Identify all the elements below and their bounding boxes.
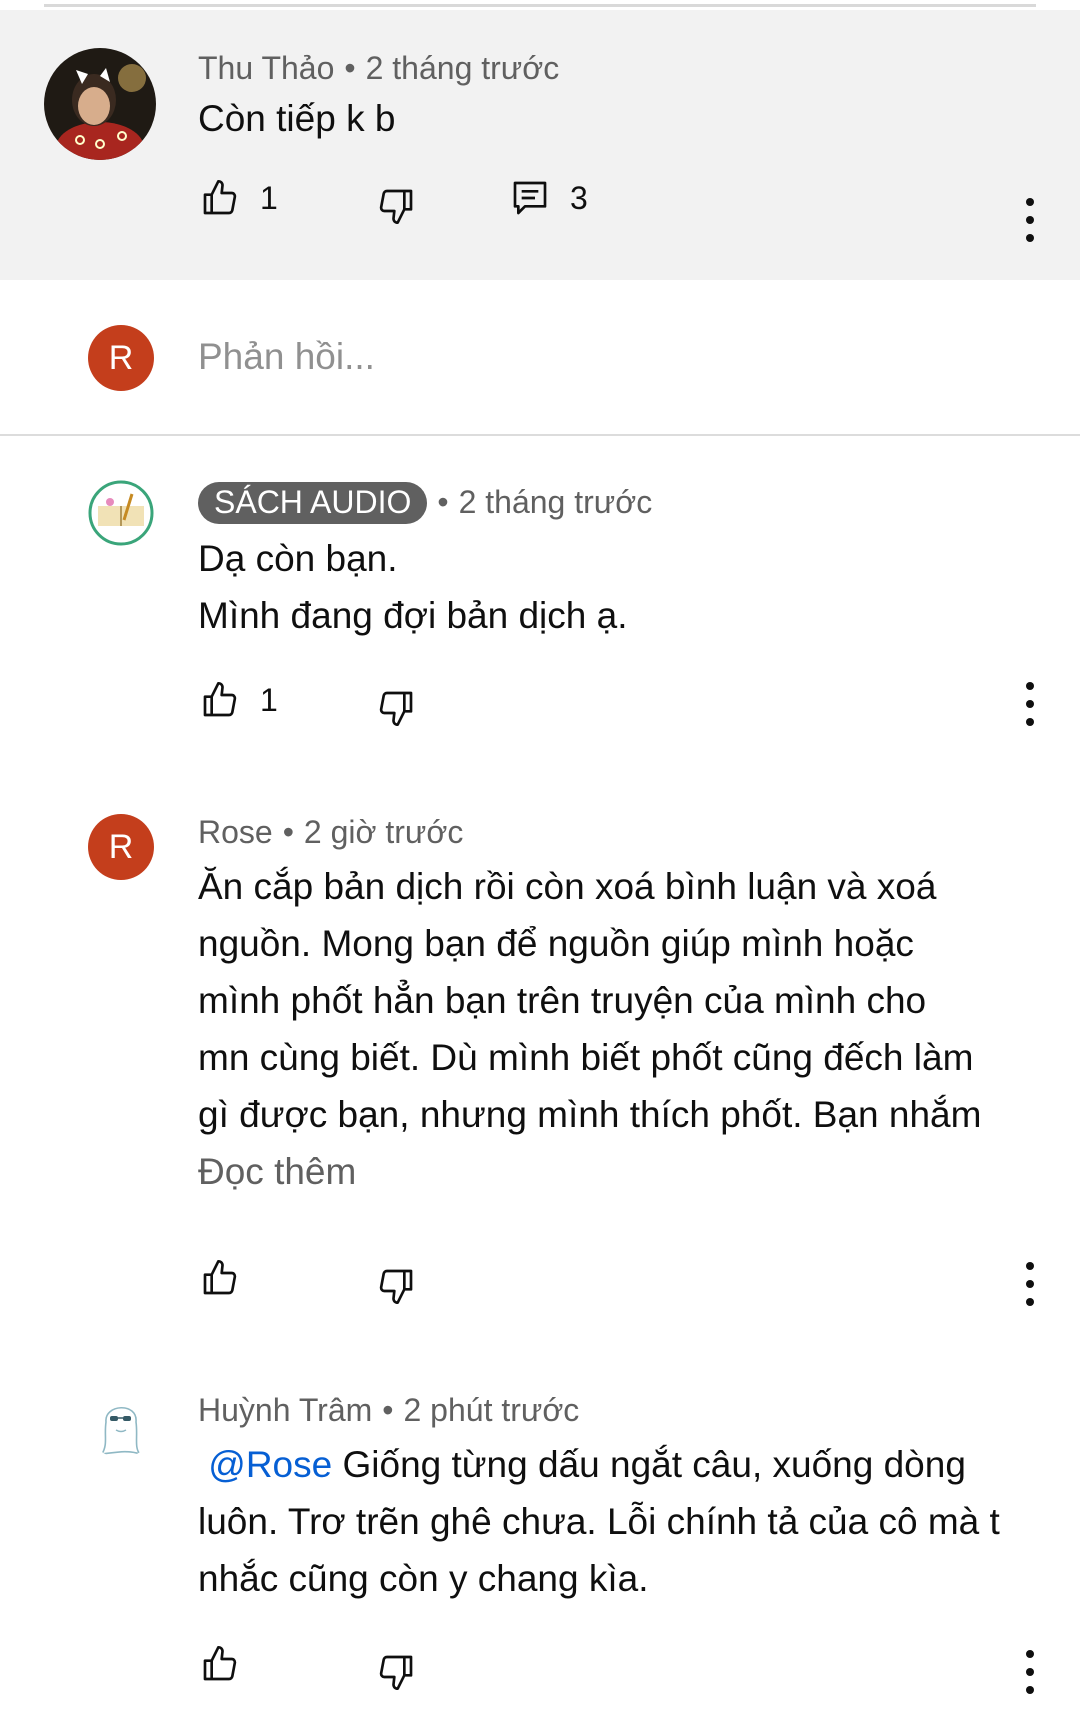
comment-meta: Huỳnh Trâm • 2 phút trước <box>198 1392 580 1428</box>
thumbs-down-icon <box>379 189 413 225</box>
comment-line: nguồn. Mong bạn để nguồn giúp mình hoặc <box>198 923 914 964</box>
timestamp: 2 phút trước <box>403 1392 580 1428</box>
like-button[interactable]: 1 <box>200 178 278 218</box>
comment-line: mn cùng biết. Dù mình biết phốt cũng đếc… <box>198 1037 974 1078</box>
reply-input-row: R Phản hồi... <box>0 280 1080 436</box>
comment-meta: Thu Thảo • 2 tháng trước <box>198 50 560 86</box>
channel-owner-badge[interactable]: SÁCH AUDIO <box>198 482 428 524</box>
sach-audio-avatar[interactable] <box>88 480 154 546</box>
comment-line: Mình đang đợi bản dịch ạ. <box>198 595 628 636</box>
comment-line: luôn. Trơ trẽn ghê chưa. Lỗi chính tả củ… <box>198 1501 1000 1542</box>
more-options-icon[interactable] <box>1020 198 1040 242</box>
reply-count: 3 <box>570 179 588 216</box>
comment-text: @Rose Giống từng dấu ngắt câu, xuống dòn… <box>198 1436 1000 1607</box>
timestamp: 2 tháng trước <box>458 484 653 520</box>
replies-button[interactable]: 3 <box>510 178 588 218</box>
comment-line: Dạ còn bạn. <box>198 538 398 579</box>
dislike-button[interactable] <box>376 688 416 728</box>
huynh-tram-avatar[interactable] <box>88 1392 154 1458</box>
comment-icon <box>513 181 547 215</box>
thumbs-up-icon <box>203 180 237 215</box>
comment-line: nhắc cũng còn y chang kìa. <box>198 1558 649 1599</box>
author-name[interactable]: Thu Thảo <box>198 50 334 86</box>
comment-line: Ăn cắp bản dịch rồi còn xoá bình luận và… <box>198 866 937 907</box>
highlighted-comment: Thu Thảo • 2 tháng trước Còn tiếp k b 1 3 <box>0 10 1080 280</box>
timestamp: 2 giờ trước <box>303 814 464 850</box>
top-divider <box>44 4 1036 7</box>
user-avatar: R <box>88 325 154 391</box>
comment-text: Còn tiếp k b <box>198 98 396 139</box>
like-button[interactable]: 1 <box>200 680 278 720</box>
thumbs-up-icon <box>203 1646 237 1681</box>
dislike-button[interactable] <box>376 1266 416 1306</box>
comment-text: Dạ còn bạn. Mình đang đợi bản dịch ạ. <box>198 530 628 644</box>
thumbs-down-icon <box>379 1269 413 1304</box>
author-name[interactable]: Huỳnh Trâm <box>198 1392 372 1428</box>
comment-fragment: Giống từng dấu ngắt câu, xuống dòng <box>332 1444 966 1485</box>
reply-input[interactable]: Phản hồi... <box>198 336 375 378</box>
more-options-icon[interactable] <box>1020 1650 1040 1694</box>
more-options-icon[interactable] <box>1020 1262 1040 1306</box>
like-count: 1 <box>260 179 278 216</box>
comment-text: Ăn cắp bản dịch rồi còn xoá bình luận và… <box>198 858 981 1200</box>
rose-avatar[interactable]: R <box>88 814 154 880</box>
thumbs-down-icon <box>379 691 413 726</box>
dislike-button[interactable] <box>376 1652 416 1692</box>
comment-meta: SÁCH AUDIO • 2 tháng trước <box>198 482 652 524</box>
author-name[interactable]: Rose <box>198 814 273 850</box>
more-options-icon[interactable] <box>1020 682 1040 726</box>
comment-line: mình phốt hẳn bạn trên truyện của mình c… <box>198 980 927 1021</box>
dislike-button[interactable] <box>376 186 416 226</box>
comment-line: @Rose Giống từng dấu ngắt câu, xuống dòn… <box>198 1436 1000 1493</box>
thumbs-up-icon <box>203 682 237 717</box>
comment-line: gì được bạn, nhưng mình thích phốt. Bạn … <box>198 1094 982 1135</box>
thumbs-down-icon <box>379 1655 413 1690</box>
mention-link[interactable]: @Rose <box>208 1444 332 1485</box>
thu-thao-avatar[interactable] <box>44 48 156 160</box>
read-more-link[interactable]: Đọc thêm <box>198 1143 981 1200</box>
like-button[interactable] <box>200 1644 240 1684</box>
like-button[interactable] <box>200 1258 240 1298</box>
timestamp: 2 tháng trước <box>365 50 560 86</box>
thumbs-up-icon <box>203 1260 237 1295</box>
comment-meta: Rose • 2 giờ trước <box>198 814 464 850</box>
like-count: 1 <box>260 681 278 718</box>
